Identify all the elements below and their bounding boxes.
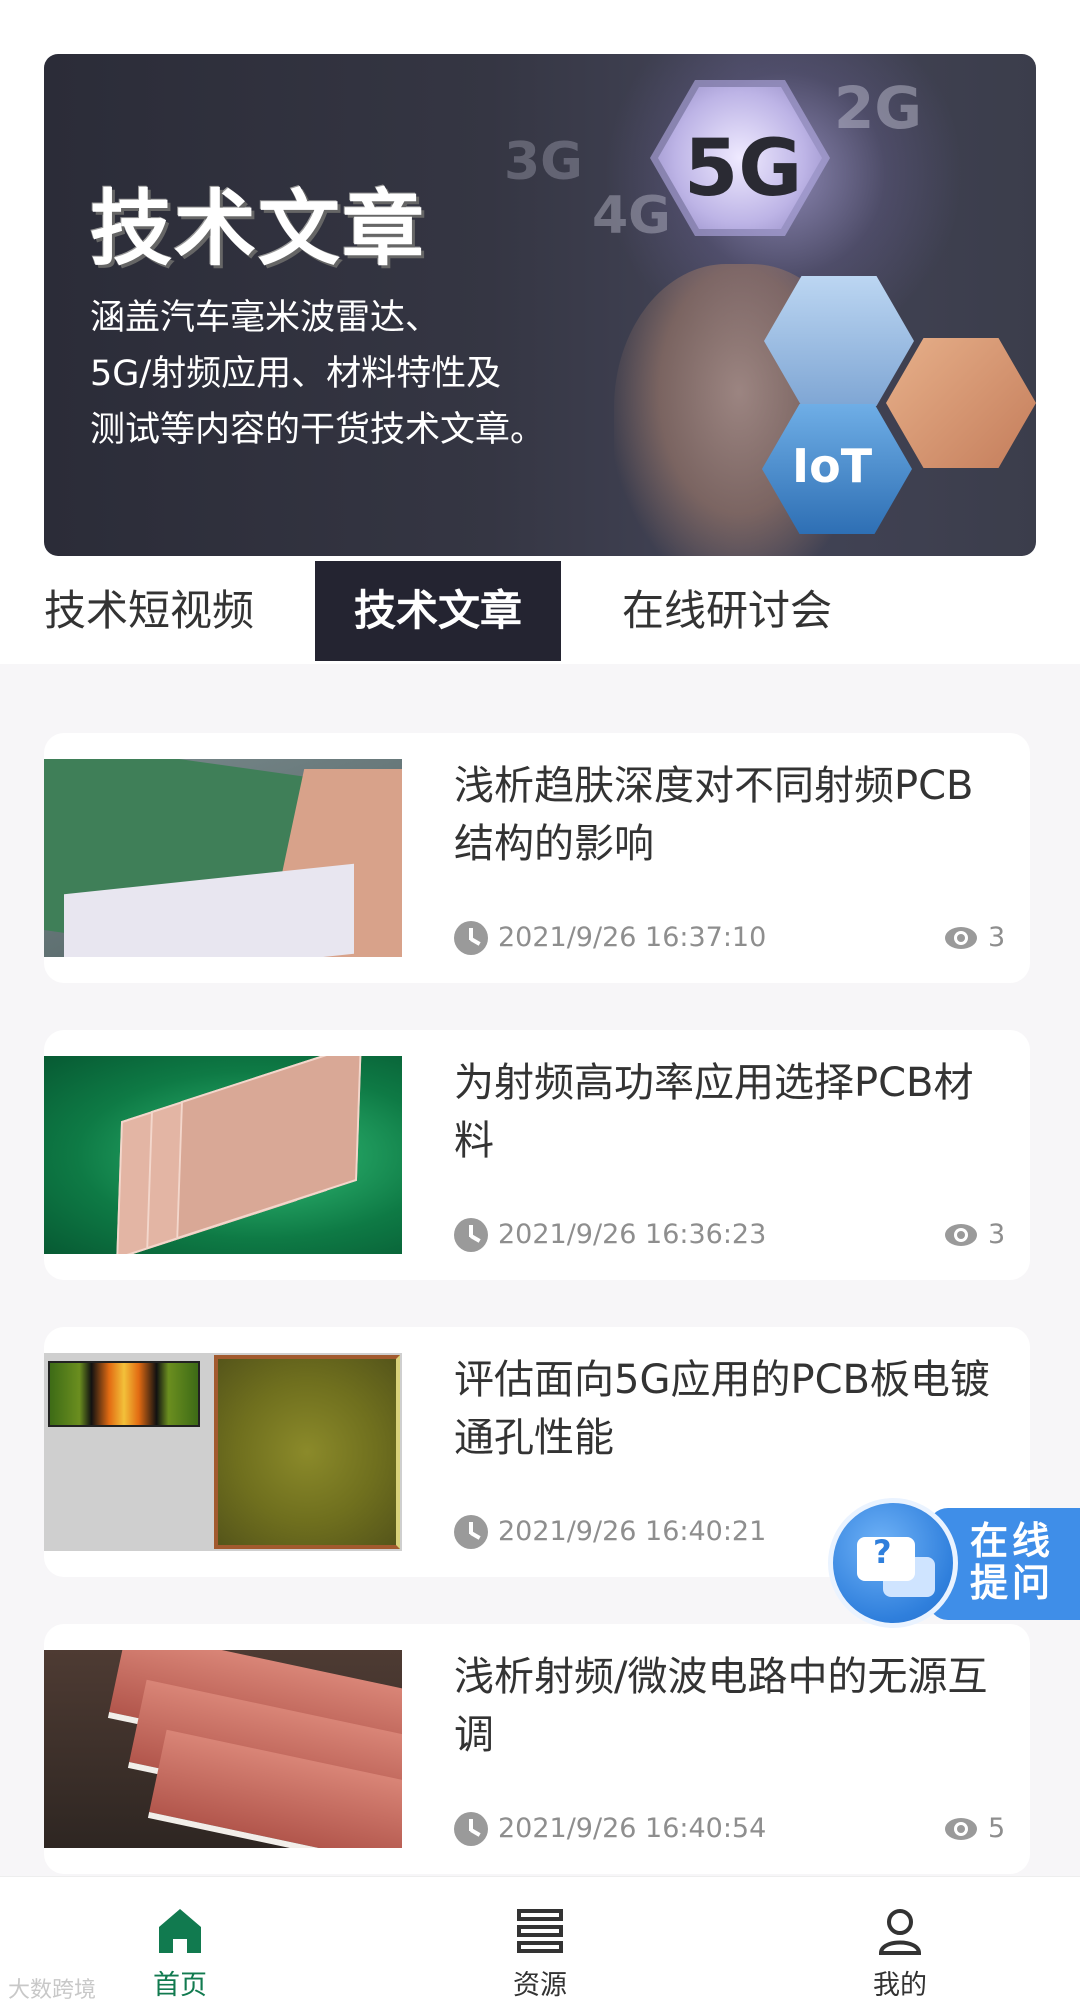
article-title: 浅析趋肤深度对不同射频PCB结构的影响 <box>454 763 974 867</box>
user-icon <box>878 1909 922 1955</box>
article-title: 为射频高功率应用选择PCB材料 <box>454 1060 974 1164</box>
nav-home-label: 首页 <box>153 1970 207 2001</box>
home-icon <box>159 1909 201 1953</box>
article-time: 2021/9/26 16:36:23 <box>498 1219 767 1250</box>
article-title: 浅析射频/微波电路中的无源互调 <box>454 1654 988 1758</box>
banner-desc-line: 5G/射频应用、材料特性及 <box>90 354 502 394</box>
article-title: 评估面向5G应用的PCB板电镀通孔性能 <box>454 1357 990 1461</box>
clock-icon <box>454 1812 488 1846</box>
banner[interactable]: 2G 3G 4G 5G IoT 技术文章 涵盖汽车毫米波雷达、 5G/射频应用、… <box>44 54 1036 556</box>
tab-short-video[interactable]: 技术短视频 <box>44 561 254 661</box>
article-thumbnail <box>44 1056 402 1254</box>
watermark: 大数跨境 <box>8 1978 97 2003</box>
category-tabs: 技术短视频 技术文章 在线研讨会 <box>0 561 1080 661</box>
hex-5g-label: 5G <box>684 124 803 214</box>
article-card[interactable]: 为射频高功率应用选择PCB材料 2021/9/26 16:36:23 3 <box>44 1030 1030 1280</box>
hex-4g-label: 4G <box>592 186 671 246</box>
article-thumbnail <box>44 1353 402 1551</box>
article-thumbnail <box>44 759 402 957</box>
article-time: 2021/9/26 16:40:54 <box>498 1813 767 1844</box>
list-icon <box>517 1909 563 1953</box>
article-time: 2021/9/26 16:37:10 <box>498 922 767 953</box>
eye-icon <box>945 1818 977 1840</box>
iot-label: IoT <box>792 439 873 493</box>
tab-tech-articles[interactable]: 技术文章 <box>315 561 561 661</box>
clock-icon <box>454 1515 488 1549</box>
clock-icon <box>454 1218 488 1252</box>
tab-webinar[interactable]: 在线研讨会 <box>622 561 832 661</box>
hex-2g-label: 2G <box>834 74 922 142</box>
eye-icon <box>945 927 977 949</box>
nav-resources-label: 资源 <box>513 1970 567 2001</box>
bottom-nav: 首页 资源 我的 <box>0 1876 1080 2008</box>
hex-3g-label: 3G <box>504 132 583 192</box>
article-time: 2021/9/26 16:40:21 <box>498 1516 767 1547</box>
online-question-button[interactable]: 在线提问 ? <box>828 1498 1080 1628</box>
pcb-image <box>886 338 1036 468</box>
banner-desc-line: 涵盖汽车毫米波雷达、 <box>90 298 441 338</box>
nav-me[interactable]: 我的 <box>800 1877 1000 2008</box>
banner-title: 技术文章 <box>90 182 427 277</box>
banner-desc-line: 测试等内容的干货技术文章。 <box>90 410 546 450</box>
article-views: 3 <box>988 1219 1006 1250</box>
eye-icon <box>945 1224 977 1246</box>
article-card[interactable]: 浅析射频/微波电路中的无源互调 2021/9/26 16:40:54 5 <box>44 1624 1030 1874</box>
nav-home[interactable]: 首页 <box>80 1877 280 2008</box>
article-card[interactable]: 浅析趋肤深度对不同射频PCB结构的影响 2021/9/26 16:37:10 3 <box>44 733 1030 983</box>
question-chat-icon: ? <box>828 1498 958 1628</box>
article-views: 5 <box>988 1813 1006 1844</box>
help-label: 在线提问 <box>970 1519 1055 1605</box>
nav-me-label: 我的 <box>873 1970 927 2001</box>
article-views: 3 <box>988 922 1006 953</box>
nav-resources[interactable]: 资源 <box>440 1877 640 2008</box>
clock-icon <box>454 921 488 955</box>
article-thumbnail <box>44 1650 402 1848</box>
banner-description: 涵盖汽车毫米波雷达、 5G/射频应用、材料特性及 测试等内容的干货技术文章。 <box>90 290 610 458</box>
